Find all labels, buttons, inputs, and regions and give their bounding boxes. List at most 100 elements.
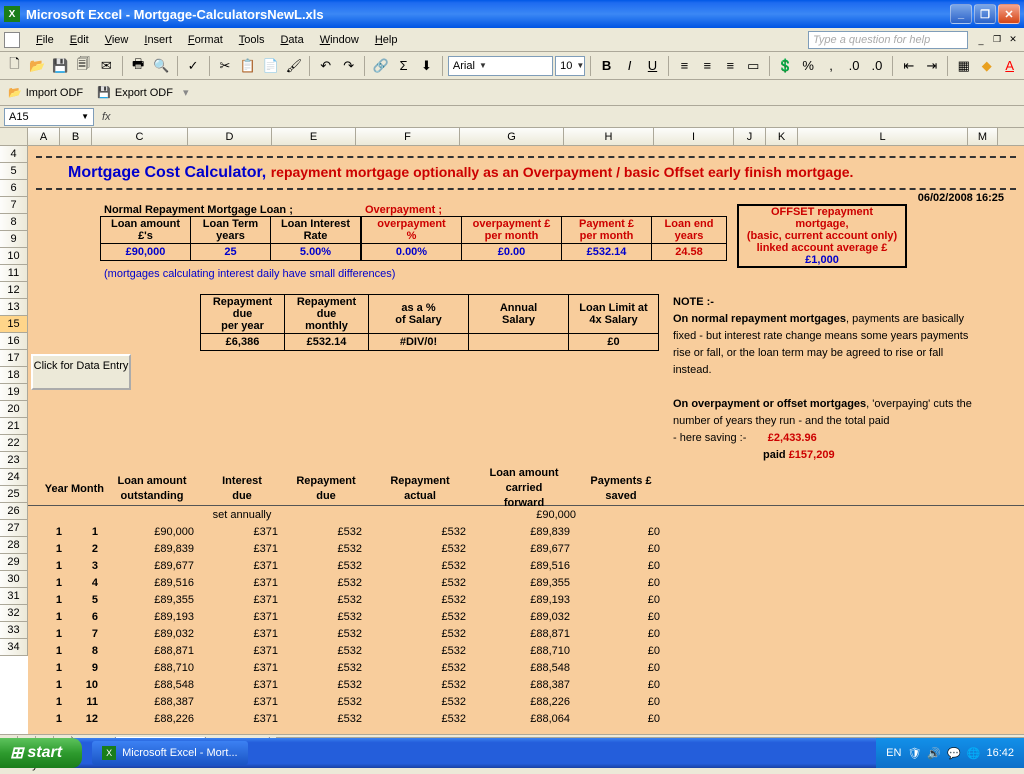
- col-header-E[interactable]: E: [272, 128, 356, 145]
- decrease-decimal-button[interactable]: .0: [867, 55, 888, 77]
- menu-file[interactable]: File: [28, 32, 62, 48]
- row-header-23[interactable]: 23: [0, 452, 28, 469]
- clock[interactable]: 16:42: [986, 747, 1014, 759]
- menu-help[interactable]: Help: [367, 32, 406, 48]
- maximize-button[interactable]: ❐: [974, 4, 996, 24]
- font-color-button[interactable]: A: [999, 55, 1020, 77]
- tray-icon[interactable]: 💬: [947, 747, 961, 760]
- row-header-31[interactable]: 31: [0, 588, 28, 605]
- merge-button[interactable]: ▭: [743, 55, 764, 77]
- col-header-F[interactable]: F: [356, 128, 460, 145]
- row-header-26[interactable]: 26: [0, 503, 28, 520]
- percent-button[interactable]: %: [798, 55, 819, 77]
- cut-button[interactable]: ✂: [214, 55, 235, 77]
- align-center-button[interactable]: ≡: [697, 55, 718, 77]
- row-header-15[interactable]: 15: [0, 316, 28, 333]
- bold-button[interactable]: B: [596, 55, 617, 77]
- menu-format[interactable]: Format: [180, 32, 231, 48]
- row-header-33[interactable]: 33: [0, 622, 28, 639]
- mdi-minimize-button[interactable]: _: [974, 33, 988, 47]
- decrease-indent-button[interactable]: ⇤: [898, 55, 919, 77]
- increase-decimal-button[interactable]: .0: [844, 55, 865, 77]
- menu-window[interactable]: Window: [312, 32, 367, 48]
- col-header-B[interactable]: B: [60, 128, 92, 145]
- row-header-29[interactable]: 29: [0, 554, 28, 571]
- export-odf-button[interactable]: 💾Export ODF: [93, 84, 177, 101]
- col-header-C[interactable]: C: [92, 128, 188, 145]
- col-header-A[interactable]: A: [28, 128, 60, 145]
- help-search-input[interactable]: Type a question for help: [808, 31, 968, 49]
- hyperlink-button[interactable]: 🔗: [370, 55, 391, 77]
- increase-indent-button[interactable]: ⇥: [921, 55, 942, 77]
- col-header-J[interactable]: J: [734, 128, 766, 145]
- row-header-24[interactable]: 24: [0, 469, 28, 486]
- underline-button[interactable]: U: [642, 55, 663, 77]
- row-header-13[interactable]: 13: [0, 299, 28, 316]
- row-header-28[interactable]: 28: [0, 537, 28, 554]
- row-header-22[interactable]: 22: [0, 435, 28, 452]
- menu-view[interactable]: View: [97, 32, 137, 48]
- tray-icon[interactable]: 🛡: [907, 747, 921, 760]
- print-preview-button[interactable]: 🔍: [151, 55, 172, 77]
- row-header-5[interactable]: 5: [0, 163, 28, 180]
- email-button[interactable]: ✉: [96, 55, 117, 77]
- col-header-M[interactable]: M: [968, 128, 998, 145]
- name-box[interactable]: A15▼: [4, 108, 94, 126]
- new-button[interactable]: 🗋: [4, 55, 25, 77]
- system-tray[interactable]: EN 🛡 🔊 💬 🌐 16:42: [876, 738, 1024, 768]
- row-header-25[interactable]: 25: [0, 486, 28, 503]
- menu-tools[interactable]: Tools: [231, 32, 273, 48]
- row-header-27[interactable]: 27: [0, 520, 28, 537]
- redo-button[interactable]: ↷: [338, 55, 359, 77]
- row-header-21[interactable]: 21: [0, 418, 28, 435]
- font-size-select[interactable]: 10▼: [555, 56, 585, 76]
- menu-edit[interactable]: Edit: [62, 32, 97, 48]
- col-header-I[interactable]: I: [654, 128, 734, 145]
- menu-data[interactable]: Data: [272, 32, 311, 48]
- language-indicator[interactable]: EN: [886, 747, 901, 759]
- taskbar-item-excel[interactable]: X Microsoft Excel - Mort...: [92, 741, 248, 765]
- fx-label[interactable]: fx: [102, 111, 111, 123]
- row-header-16[interactable]: 16: [0, 333, 28, 350]
- start-button[interactable]: ⊞ start: [0, 738, 82, 768]
- row-header-10[interactable]: 10: [0, 248, 28, 265]
- data-entry-button[interactable]: Click for Data Entry: [31, 354, 131, 390]
- fill-color-button[interactable]: ◆: [976, 55, 997, 77]
- col-header-G[interactable]: G: [460, 128, 564, 145]
- tray-icon[interactable]: 🌐: [967, 747, 981, 760]
- col-header-H[interactable]: H: [564, 128, 654, 145]
- col-header-K[interactable]: K: [766, 128, 798, 145]
- row-header-20[interactable]: 20: [0, 401, 28, 418]
- row-header-12[interactable]: 12: [0, 282, 28, 299]
- col-header-L[interactable]: L: [798, 128, 968, 145]
- borders-button[interactable]: ▦: [953, 55, 974, 77]
- spellcheck-button[interactable]: ✓: [183, 55, 204, 77]
- row-header-7[interactable]: 7: [0, 197, 28, 214]
- col-header-D[interactable]: D: [188, 128, 272, 145]
- open-button[interactable]: 📂: [27, 55, 48, 77]
- row-header-19[interactable]: 19: [0, 384, 28, 401]
- paste-button[interactable]: 📄: [260, 55, 281, 77]
- row-header-9[interactable]: 9: [0, 231, 28, 248]
- align-left-button[interactable]: ≡: [674, 55, 695, 77]
- mdi-restore-button[interactable]: ❐: [990, 33, 1004, 47]
- minimize-button[interactable]: _: [950, 4, 972, 24]
- row-header-4[interactable]: 4: [0, 146, 28, 163]
- row-header-11[interactable]: 11: [0, 265, 28, 282]
- autosum-button[interactable]: Σ: [393, 55, 414, 77]
- row-header-18[interactable]: 18: [0, 367, 28, 384]
- save-button[interactable]: 💾: [50, 55, 71, 77]
- row-header-30[interactable]: 30: [0, 571, 28, 588]
- spreadsheet-grid[interactable]: 4567891011121315161718192021222324252627…: [0, 146, 1024, 734]
- row-header-34[interactable]: 34: [0, 639, 28, 656]
- undo-button[interactable]: ↶: [315, 55, 336, 77]
- menu-insert[interactable]: Insert: [136, 32, 180, 48]
- import-odf-button[interactable]: 📂Import ODF: [4, 84, 87, 101]
- row-header-8[interactable]: 8: [0, 214, 28, 231]
- currency-button[interactable]: 💲: [775, 55, 796, 77]
- mdi-close-button[interactable]: ✕: [1006, 33, 1020, 47]
- print-button[interactable]: 🖶: [128, 55, 149, 77]
- tray-icon[interactable]: 🔊: [927, 747, 941, 760]
- align-right-button[interactable]: ≡: [720, 55, 741, 77]
- italic-button[interactable]: I: [619, 55, 640, 77]
